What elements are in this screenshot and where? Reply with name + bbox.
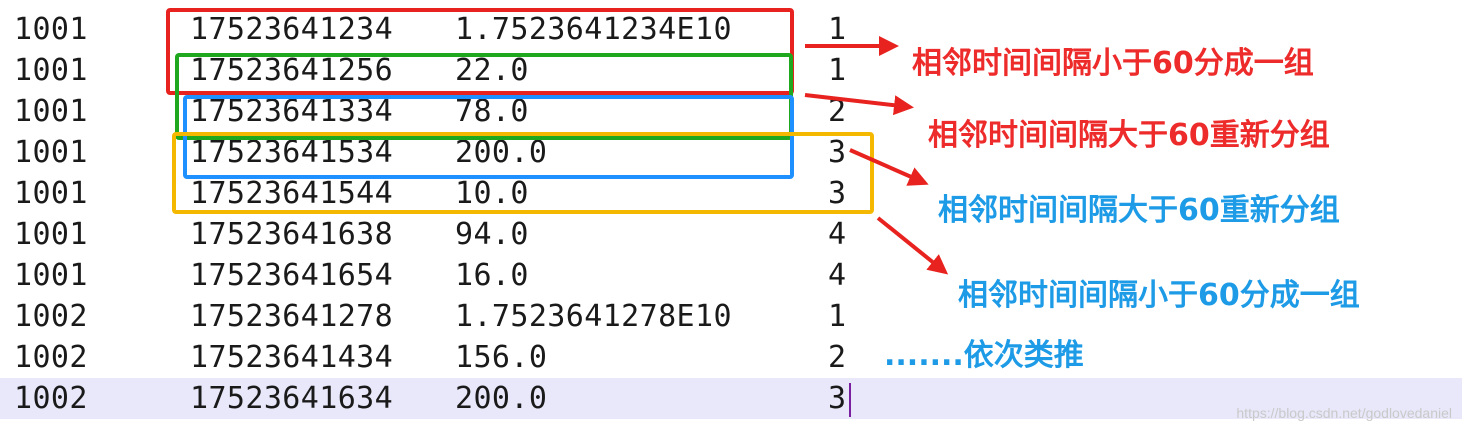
annotation-label-2: 相邻时间间隔大于60重新分组 [928,118,1330,153]
watermark: https://blog.csdn.net/godlovedaniel [1236,405,1452,421]
arrow-2 [804,93,914,116]
arrow-3 [849,148,929,186]
arrow-4 [876,216,949,275]
annotation-label-1: 相邻时间间隔小于60分成一组 [912,46,1314,81]
annotation-label-4: 相邻时间间隔小于60分成一组 [958,278,1360,313]
annotation-label-3: 相邻时间间隔大于60重新分组 [938,193,1340,228]
etc-note: .......依次类推 [884,338,1084,373]
